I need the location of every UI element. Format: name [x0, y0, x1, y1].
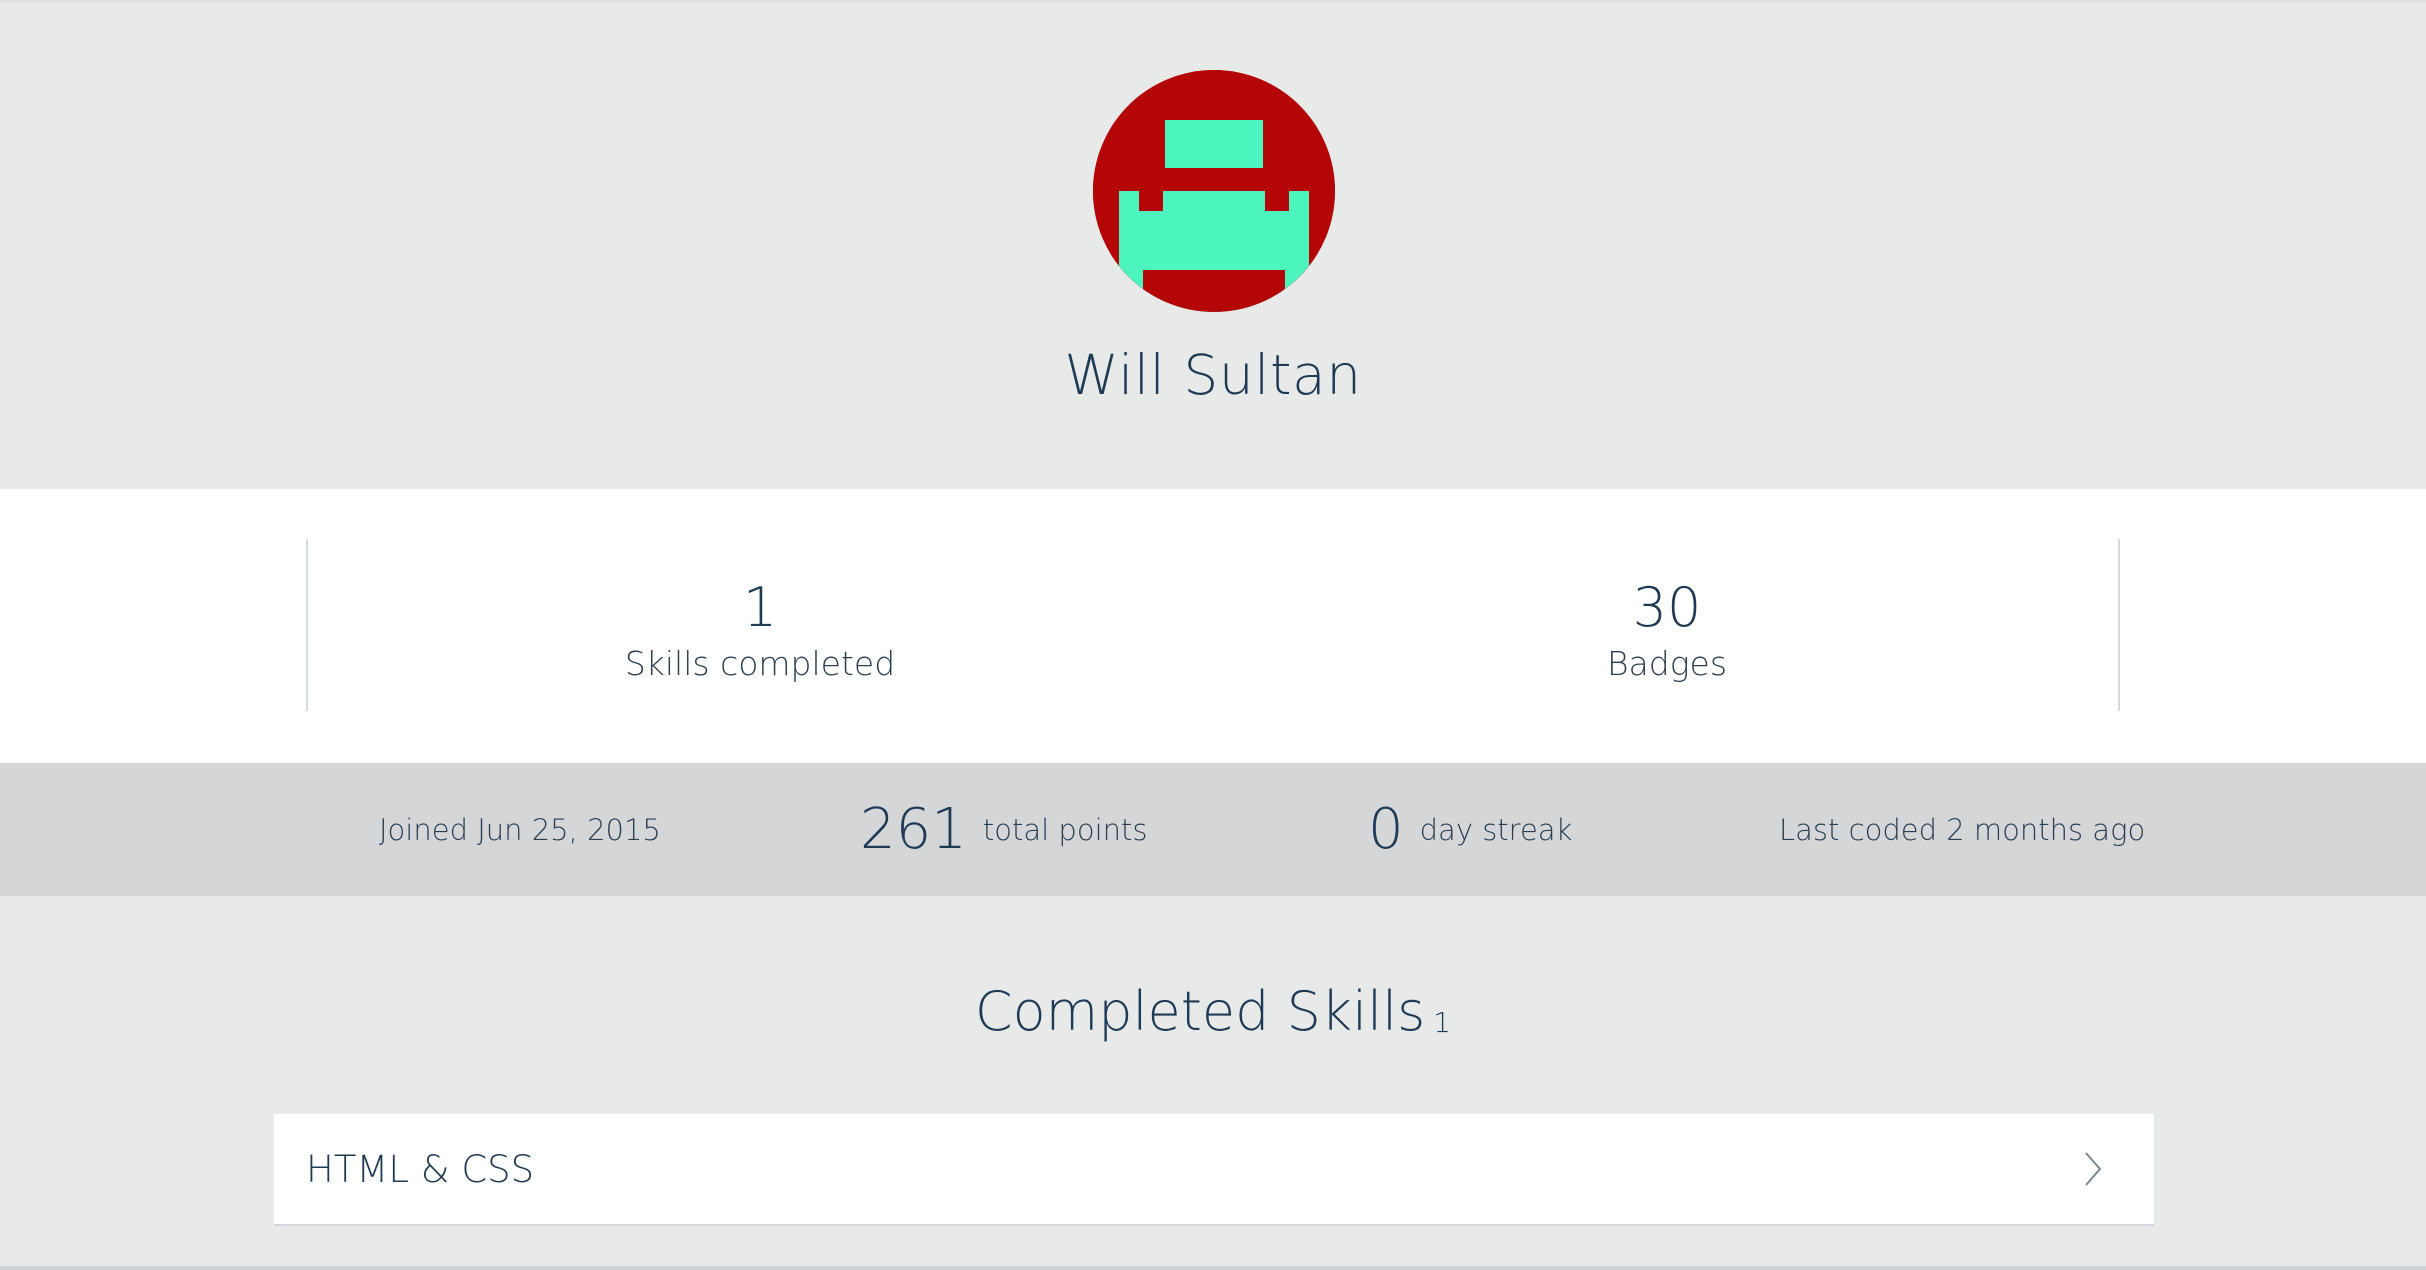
avatar	[1093, 70, 1335, 312]
joined-text: Joined Jun 25, 2015	[379, 812, 661, 847]
total-points-label: total points	[982, 812, 1148, 847]
skill-name: HTML & CSS	[306, 1147, 535, 1191]
joined-date: Joined Jun 25, 2015	[379, 763, 661, 896]
total-points-value: 261	[860, 796, 967, 862]
day-streak-label: day streak	[1419, 812, 1573, 847]
skills-completed-label: Skills completed	[624, 644, 896, 683]
profile-header: Will Sultan	[0, 0, 2426, 489]
stats-panel: 1 Skills completed 30 Badges	[0, 489, 2426, 763]
badges-label: Badges	[1606, 644, 1728, 683]
badges-value: 30	[1632, 576, 1702, 639]
completed-skills-count: 1	[1433, 1006, 1452, 1039]
profile-name: Will Sultan	[1064, 343, 1362, 407]
stats-divider-left	[306, 539, 308, 711]
last-coded-text: Last coded 2 months ago	[1779, 812, 2146, 847]
skills-completed-value: 1	[742, 576, 778, 639]
chevron-right-icon	[2085, 1152, 2102, 1186]
completed-skills-heading: Completed Skills 1	[0, 972, 2426, 1063]
last-coded: Last coded 2 months ago	[1779, 763, 2145, 896]
completed-skills-title: Completed Skills	[974, 980, 1426, 1043]
total-points: 261 total points	[860, 763, 1148, 896]
stat-badges: 30 Badges	[1417, 574, 1917, 686]
meta-bar: Joined Jun 25, 2015 261 total points 0 d…	[0, 763, 2426, 896]
day-streak-value: 0	[1368, 796, 1404, 862]
day-streak: 0 day streak	[1368, 763, 1572, 896]
skill-item-html-css[interactable]: HTML & CSS	[274, 1114, 2154, 1226]
stats-divider-right	[2118, 539, 2120, 711]
pixel-robot-icon	[1093, 70, 1335, 312]
profile-page: Will Sultan 1 Skills completed 30 Badges…	[0, 0, 2426, 1270]
stat-skills-completed: 1 Skills completed	[510, 574, 1010, 686]
bottom-divider	[0, 1266, 2426, 1270]
